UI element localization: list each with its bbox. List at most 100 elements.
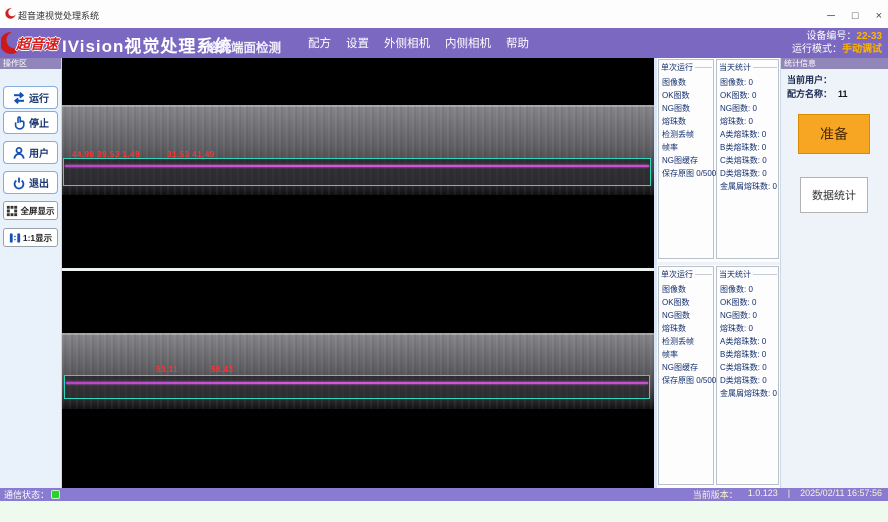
datetime: 2025/02/11 16:57:56 <box>800 488 882 501</box>
comm-status-label: 通信状态： <box>4 488 49 501</box>
measurement-annotation: 56.43 <box>211 365 234 374</box>
stat-item: 熔珠数: 0 <box>720 115 778 128</box>
exit-button-label: 退出 <box>29 175 49 190</box>
sidebar: 操作区 运行 停止 用户 退出 <box>0 58 62 488</box>
fullscreen-button-label: 全屏显示 <box>20 205 54 217</box>
daily-stats-group: 当天统计 图像数: 0OK图数: 0NG图数: 0熔珠数: 0A类熔珠数: 0B… <box>716 266 779 485</box>
one-to-one-button[interactable]: 1:1显示 <box>3 228 58 247</box>
stat-item: NG图数: 0 <box>720 309 778 322</box>
stat-item: 熔珠数 <box>662 322 713 335</box>
device-id-value: 22-33 <box>856 31 882 42</box>
stat-item: 保存原图 0/500 <box>662 374 713 387</box>
menu-item[interactable]: 帮助 <box>506 35 529 51</box>
recipe-row: 配方名称：11 <box>787 87 848 100</box>
status-bar: 通信状态： 当前版本： 1.0.123 | 2025/02/11 16:57:5… <box>0 488 888 501</box>
recipe-label: 配方名称： <box>787 89 832 99</box>
stat-item: 图像数 <box>662 76 713 89</box>
stats-column: 单次运行 图像数OK图数NG图数熔珠数检测丢帧帧率NG图缓存保存原图 0/500… <box>654 58 780 488</box>
exit-button[interactable]: 退出 <box>3 171 58 194</box>
data-stats-button[interactable]: 数据统计 <box>800 177 868 213</box>
bottom-strip <box>0 501 888 522</box>
one-to-one-button-label: 1:1显示 <box>23 232 52 244</box>
device-id-label: 设备编号： <box>806 31 856 42</box>
brand-name: 超音速 <box>16 34 58 54</box>
stat-item: 检测丢帧 <box>662 335 713 348</box>
version-label: 当前版本： <box>693 488 738 501</box>
group-title: 当天统计 <box>717 267 778 281</box>
stat-item: 帧率 <box>662 141 713 154</box>
laser-profile-line <box>65 165 649 167</box>
measurement-annotation: 31.53 41.49 <box>167 150 215 159</box>
stat-item: D类熔珠数: 0 <box>720 374 778 387</box>
stats-panel-outer: 单次运行 图像数OK图数NG图数熔珠数检测丢帧帧率NG图缓存保存原图 0/500… <box>657 58 780 262</box>
stat-item: A类熔珠数: 0 <box>720 335 778 348</box>
user-button[interactable]: 用户 <box>3 141 58 164</box>
stat-item: D类熔珠数: 0 <box>720 167 778 180</box>
close-icon[interactable]: × <box>876 11 882 22</box>
stat-item: 图像数: 0 <box>720 283 778 296</box>
run-cycle-icon <box>12 91 26 105</box>
stat-item: 检测丢帧 <box>662 128 713 141</box>
separator: | <box>788 488 790 501</box>
stop-button[interactable]: 停止 <box>3 111 58 134</box>
stat-item: OK图数: 0 <box>720 296 778 309</box>
stop-hand-icon <box>12 116 26 130</box>
current-user-row: 当前用户： <box>787 73 838 86</box>
detection-box <box>63 158 651 186</box>
run-button[interactable]: 运行 <box>3 86 58 109</box>
group-title: 当天统计 <box>717 60 778 74</box>
comm-status-indicator <box>51 490 60 499</box>
info-panel: 统计信息 当前用户： 配方名称：11 准备 数据统计 <box>780 58 888 488</box>
run-mode-value: 手动调试 <box>842 44 882 55</box>
stat-item: NG图缓存 <box>662 361 713 374</box>
menu-item[interactable]: 外侧相机 <box>384 35 430 51</box>
stat-item: 帧率 <box>662 348 713 361</box>
stat-item: 金属屑熔珠数: 0 <box>720 387 778 400</box>
fullscreen-button[interactable]: 全屏显示 <box>3 201 58 220</box>
comm-status: 通信状态： <box>0 488 60 501</box>
app-window: 超音速视觉处理系统 ─ □ × 超音速 IVision视觉处理系统 熔珠端面检测… <box>0 0 888 522</box>
stat-item: 金属屑熔珠数: 0 <box>720 180 778 193</box>
window-title: 超音速视觉处理系统 <box>18 9 99 22</box>
detection-box <box>64 375 650 399</box>
stat-item: C类熔珠数: 0 <box>720 154 778 167</box>
stat-item: OK图数: 0 <box>720 89 778 102</box>
title-bar: 超音速视觉处理系统 ─ □ × <box>0 0 888 29</box>
stop-button-label: 停止 <box>29 115 49 130</box>
camera-view-inner[interactable]: 53.11 56.43 <box>62 271 654 488</box>
stat-item: NG图缓存 <box>662 154 713 167</box>
current-user-label: 当前用户： <box>787 75 832 85</box>
device-info: 设备编号：22-33 运行模式：手动调试 <box>792 30 882 56</box>
measurement-annotation: 53.11 <box>156 365 178 374</box>
run-button-label: 运行 <box>29 90 49 105</box>
stat-item: B类熔珠数: 0 <box>720 348 778 361</box>
stats-panel-inner: 单次运行 图像数OK图数NG图数熔珠数检测丢帧帧率NG图缓存保存原图 0/500… <box>657 265 780 488</box>
stat-item: OK图数 <box>662 296 713 309</box>
camera-area: 44.98 39.53 1.49 31.53 41.49 53.11 56.43 <box>62 58 654 488</box>
maximize-icon[interactable]: □ <box>852 11 859 22</box>
laser-profile-line <box>66 382 648 384</box>
menu-item[interactable]: 配方 <box>308 35 331 51</box>
single-run-group: 单次运行 图像数OK图数NG图数熔珠数检测丢帧帧率NG图缓存保存原图 0/500 <box>658 266 714 485</box>
run-mode-label: 运行模式： <box>792 44 842 55</box>
stat-item: OK图数 <box>662 89 713 102</box>
brand-logo-icon <box>1 30 17 56</box>
version-value: 1.0.123 <box>748 488 778 501</box>
stat-item: 保存原图 0/500 <box>662 167 713 180</box>
stat-item: NG图数 <box>662 309 713 322</box>
menu-item[interactable]: 内侧相机 <box>445 35 491 51</box>
sidebar-title: 操作区 <box>0 58 61 69</box>
camera-view-outer[interactable]: 44.98 39.53 1.49 31.53 41.49 <box>62 58 654 268</box>
stat-item: 熔珠数 <box>662 115 713 128</box>
page-title: 熔珠端面检测 <box>206 37 281 56</box>
app-header: 超音速 IVision视觉处理系统 熔珠端面检测 配方设置外侧相机内侧相机帮助 … <box>0 28 888 58</box>
minimize-icon[interactable]: ─ <box>827 11 835 22</box>
prepare-button[interactable]: 准备 <box>798 114 870 154</box>
version-info: 当前版本： 1.0.123 | 2025/02/11 16:57:56 <box>693 488 888 501</box>
menu-item[interactable]: 设置 <box>346 35 369 51</box>
app-logo-icon <box>5 8 16 19</box>
user-icon <box>12 146 26 160</box>
exit-power-icon <box>12 176 26 190</box>
stat-item: C类熔珠数: 0 <box>720 361 778 374</box>
stat-item: 图像数 <box>662 283 713 296</box>
